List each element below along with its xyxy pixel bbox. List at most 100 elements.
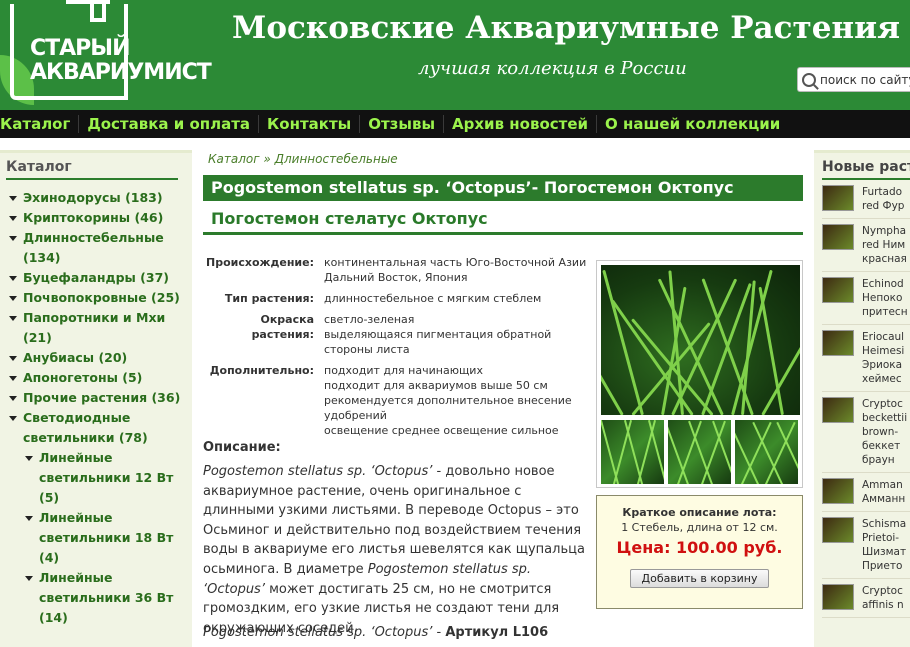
photo-thumbnail[interactable] (735, 420, 798, 484)
property-value: подходит для начинающих подходит для аква… (324, 363, 588, 438)
sidebar-category-item[interactable]: Анубиасы (20) (6, 348, 192, 368)
new-plant-name-line: Nympha (862, 225, 907, 237)
nav-catalog[interactable]: Каталог (0, 115, 80, 133)
expand-arrow-icon[interactable] (9, 296, 17, 301)
sidebar-category-item[interactable]: Апоногетоны (5) (6, 368, 192, 388)
breadcrumb-root[interactable]: Каталог (208, 152, 260, 166)
new-plant-thumbnail[interactable] (822, 584, 854, 610)
new-plant-thumbnail[interactable] (822, 185, 854, 211)
sidebar-category-item[interactable]: Папоротники и Мхи (21) (6, 308, 192, 348)
new-plant-item[interactable]: Amman Амманн (822, 473, 910, 512)
expand-arrow-icon[interactable] (9, 316, 17, 321)
sidebar-category-item[interactable]: Эхинодорусы (183) (6, 188, 192, 208)
new-plant-name[interactable]: Echinod Непоко притесн (862, 277, 908, 319)
expand-arrow-icon[interactable] (9, 236, 17, 241)
site-header: СТАРЫЙ АКВАРИУМИСТ Московские Аквариумны… (0, 0, 910, 110)
new-plant-thumbnail[interactable] (822, 478, 854, 504)
expand-arrow-icon[interactable] (25, 516, 33, 521)
sidebar-category-item[interactable]: Линейные светильники 12 Вт (5) (22, 448, 192, 508)
property-value-line: длинностебельное с мягким стеблем (324, 292, 542, 305)
new-plant-item[interactable]: Cryptoc affinis n (822, 579, 910, 618)
new-plant-item[interactable]: Nympha red Ним красная (822, 219, 910, 272)
new-plant-item[interactable]: Eriocaul Heimesi Эриока хеймес (822, 325, 910, 392)
sidebar-category-label: Буцефаландры (37) (23, 270, 170, 285)
new-plant-name-line: Prietoi- (862, 532, 900, 544)
new-plant-name[interactable]: Eriocaul Heimesi Эриока хеймес (862, 330, 904, 386)
new-plant-thumbnail[interactable] (822, 224, 854, 250)
new-plant-item[interactable]: Schisma Prietoi- Шизмат Прието (822, 512, 910, 579)
new-plants-list: Furtado red Фур Nympha red Ним красная Echino… (822, 180, 910, 618)
expand-arrow-icon[interactable] (9, 196, 17, 201)
expand-arrow-icon[interactable] (9, 216, 17, 221)
sidebar-category-item[interactable]: Линейные светильники 36 Вт (14) (22, 568, 192, 628)
lot-title: Краткое описание лота: (622, 506, 777, 519)
add-to-cart-button[interactable]: Добавить в корзину (629, 569, 770, 588)
expand-arrow-icon[interactable] (9, 396, 17, 401)
nav-delivery[interactable]: Доставка и оплата (79, 115, 260, 133)
expand-arrow-icon[interactable] (9, 356, 17, 361)
new-plant-thumbnail[interactable] (822, 397, 854, 423)
product-main-photo[interactable] (601, 265, 800, 415)
description-text: Pogostemon stellatus sp. ‘Octopus’ - дов… (203, 462, 593, 638)
new-plant-thumbnail[interactable] (822, 277, 854, 303)
sidebar-category-item[interactable]: Криптокорины (46) (6, 208, 192, 228)
expand-arrow-icon[interactable] (9, 416, 17, 421)
nav-about-collection[interactable]: О нашей коллекции (597, 115, 788, 133)
new-plant-name[interactable]: Schisma Prietoi- Шизмат Прието (862, 517, 906, 573)
property-value-line: подходит для начинающих (324, 364, 483, 377)
new-plant-name-line: Эриока (862, 359, 903, 371)
new-plant-name-line: Амманн (862, 493, 906, 505)
nav-news-archive[interactable]: Архив новостей (444, 115, 598, 133)
new-plant-name[interactable]: Amman Амманн (862, 478, 905, 506)
new-plant-name[interactable]: Furtado red Фур (862, 185, 904, 213)
search-icon[interactable] (802, 72, 816, 87)
new-plant-name[interactable]: Nympha red Ним красная (862, 224, 907, 266)
product-properties: Происхождение: континентальная часть Юго-… (203, 255, 588, 444)
sidebar-category-label: Криптокорины (46) (23, 210, 164, 225)
thumbnail-leaf-strand (635, 420, 657, 484)
sidebar-category-item[interactable]: Прочие растения (36) (6, 388, 192, 408)
product-subtitle: Погостемон стелатус Октопус (203, 207, 803, 235)
sidebar-category-label: Длинностебельные (134) (23, 230, 164, 265)
thumbnail-leaf-strand (611, 420, 633, 484)
site-logo[interactable]: СТАРЫЙ АКВАРИУМИСТ (0, 0, 215, 110)
new-plant-name-line: beckettii (862, 412, 908, 424)
sidebar-category-label: Линейные светильники 36 Вт (14) (39, 570, 174, 625)
sidebar-category-label: Анубиасы (20) (23, 350, 128, 365)
search-input[interactable] (820, 72, 910, 87)
category-list: Эхинодорусы (183) Криптокорины (46) Длинно… (6, 188, 192, 628)
new-plant-item[interactable]: Furtado red Фур (822, 180, 910, 219)
new-plant-name-line: Cryptoc (862, 585, 903, 597)
new-plant-item[interactable]: Cryptoc beckettii brown-беккет браун (822, 392, 910, 473)
breadcrumb-current[interactable]: Длинностебельные (275, 152, 398, 166)
new-plant-thumbnail[interactable] (822, 517, 854, 543)
expand-arrow-icon[interactable] (9, 276, 17, 281)
new-plant-name-line: Eriocaul (862, 331, 905, 343)
search-box[interactable] (797, 67, 910, 92)
new-plant-thumbnail[interactable] (822, 330, 854, 356)
property-value-line: подходит для аквариумов выше 50 см (324, 379, 548, 392)
photo-thumbnail[interactable] (601, 420, 664, 484)
expand-arrow-icon[interactable] (25, 576, 33, 581)
new-plant-name-line: Heimesi (862, 345, 905, 357)
expand-arrow-icon[interactable] (25, 456, 33, 461)
sidebar-category-item[interactable]: Почвопокровные (25) (6, 288, 192, 308)
sidebar-category-item[interactable]: Буцефаландры (37) (6, 268, 192, 288)
thumbnail-leaf-strand (688, 420, 714, 484)
description-plant-name: Pogostemon stellatus sp. ‘Octopus’ (203, 464, 433, 479)
new-plant-name-line: red Ним (862, 239, 906, 251)
sidebar-category-item[interactable]: Длинностебельные (134) (6, 228, 192, 268)
thumbnail-leaf-strand (676, 420, 702, 484)
nav-contacts[interactable]: Контакты (259, 115, 361, 133)
expand-arrow-icon[interactable] (9, 376, 17, 381)
thumbnail-leaf-strand (647, 420, 664, 484)
photo-thumbnail[interactable] (668, 420, 731, 484)
property-row: Происхождение: континентальная часть Юго-… (203, 255, 588, 285)
nav-reviews[interactable]: Отзывы (360, 115, 445, 133)
new-plant-name[interactable]: Cryptoc affinis n (862, 584, 904, 612)
new-plant-item[interactable]: Echinod Непоко притесн (822, 272, 910, 325)
sidebar-category-item[interactable]: Линейные светильники 18 Вт (4) (22, 508, 192, 568)
sidebar-category-item[interactable]: Светодиодные светильники (78) (6, 408, 192, 448)
new-plant-name[interactable]: Cryptoc beckettii brown-беккет браун (862, 397, 907, 467)
sidebar-category-label: Почвопокровные (25) (23, 290, 180, 305)
